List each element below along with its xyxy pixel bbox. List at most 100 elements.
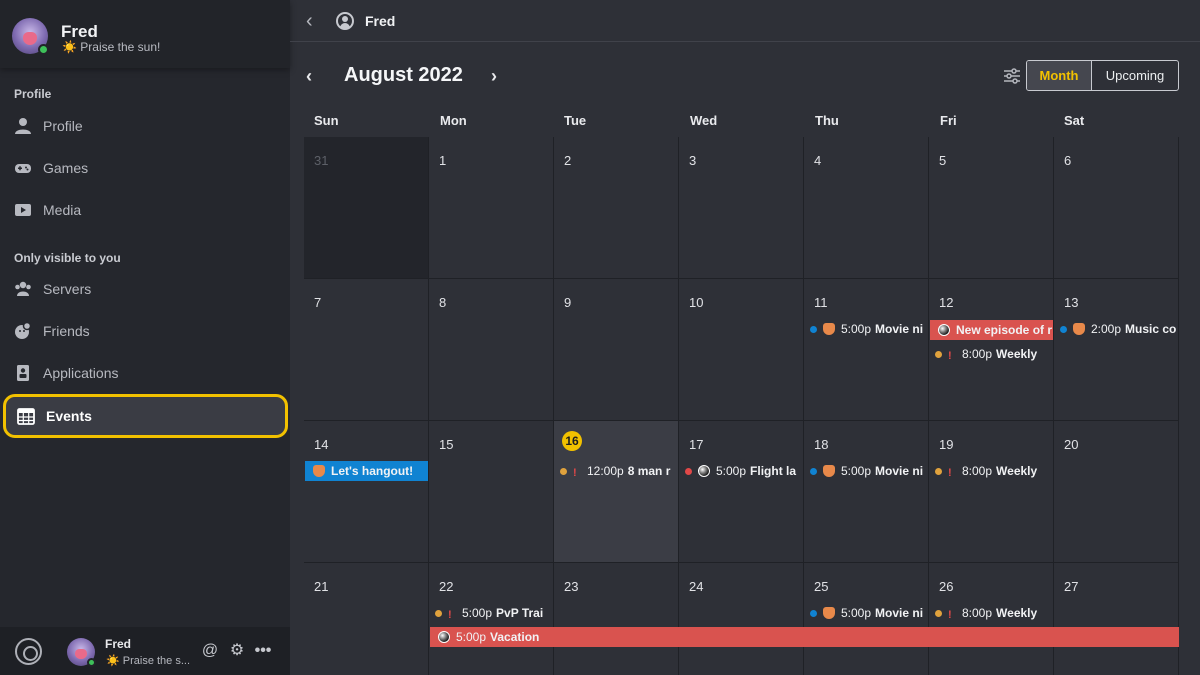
- sidebar-item-label: Servers: [43, 281, 92, 297]
- view-toggle: Month Upcoming: [1026, 60, 1179, 91]
- day-cell[interactable]: 20: [1054, 421, 1179, 563]
- day-cell[interactable]: 1: [429, 137, 554, 279]
- event-dot: [560, 467, 567, 475]
- day-cell[interactable]: 22 5:00pPvP Trai: [429, 563, 554, 675]
- section-label-profile: Profile: [14, 87, 52, 101]
- day-cell[interactable]: 31: [304, 137, 429, 279]
- user-icon: [336, 12, 354, 30]
- sidebar-item-media[interactable]: Media: [14, 192, 284, 228]
- day-cell[interactable]: 2: [554, 137, 679, 279]
- day-number: 13: [1064, 295, 1079, 310]
- weekday-header: Tue: [564, 113, 587, 128]
- sidebar-item-profile[interactable]: Profile: [14, 108, 284, 144]
- day-number: 15: [439, 437, 454, 452]
- day-number: 4: [814, 153, 822, 168]
- event-item[interactable]: 8:00pWeekly: [935, 344, 1051, 364]
- sidebar-item-label: Friends: [43, 323, 90, 339]
- month-view-button[interactable]: Month: [1027, 61, 1092, 90]
- alert-icon: [948, 465, 956, 477]
- event-item[interactable]: 5:00p Movie ni: [810, 461, 926, 481]
- topbar: ‹ Fred: [290, 0, 1200, 42]
- day-cell[interactable]: 25 5:00p Movie ni: [804, 563, 929, 675]
- weekday-header: Fri: [940, 113, 957, 128]
- event-item[interactable]: 5:00p Flight la: [685, 461, 801, 481]
- event-item[interactable]: 8:00pWeekly: [935, 603, 1051, 623]
- sidebar-item-label: Applications: [43, 365, 119, 381]
- day-cell[interactable]: 10: [679, 279, 804, 421]
- day-number: 3: [689, 153, 697, 168]
- sidebar-item-events[interactable]: Events: [3, 394, 288, 438]
- day-cell[interactable]: 6: [1054, 137, 1179, 279]
- app-logo-icon[interactable]: [15, 638, 42, 665]
- day-cell[interactable]: 19 8:00pWeekly: [929, 421, 1054, 563]
- day-number: 2: [564, 153, 572, 168]
- event-dot: [685, 467, 692, 475]
- day-cell[interactable]: 18 5:00p Movie ni: [804, 421, 929, 563]
- day-cell[interactable]: 13 2:00p Music co: [1054, 279, 1179, 421]
- day-number: 21: [314, 579, 329, 594]
- day-number: 12: [939, 295, 954, 310]
- footer-name: Fred: [105, 637, 132, 651]
- day-number: 18: [814, 437, 829, 452]
- next-month-button[interactable]: ›: [491, 66, 497, 87]
- day-cell[interactable]: 4: [804, 137, 929, 279]
- day-cell[interactable]: 17 5:00p Flight la: [679, 421, 804, 563]
- day-cell[interactable]: 27: [1054, 563, 1179, 675]
- calendar-icon: [17, 408, 35, 425]
- day-cell[interactable]: 3: [679, 137, 804, 279]
- day-number: 5: [939, 153, 947, 168]
- day-cell[interactable]: 12 New episode of r 8:00pWeekly: [929, 279, 1054, 421]
- day-cell[interactable]: 26 8:00pWeekly: [929, 563, 1054, 675]
- event-dot: [935, 350, 942, 358]
- day-number: 23: [564, 579, 579, 594]
- alert-icon: [948, 607, 956, 619]
- filter-icon[interactable]: [1003, 68, 1021, 84]
- ball-icon: [698, 465, 710, 477]
- day-cell[interactable]: 5: [929, 137, 1054, 279]
- sidebar-item-applications[interactable]: Applications: [14, 355, 284, 391]
- gear-icon[interactable]: ⚙: [227, 641, 247, 661]
- day-cell[interactable]: 11 5:00p Movie ni: [804, 279, 929, 421]
- prev-month-button[interactable]: ‹: [306, 66, 312, 87]
- event-item[interactable]: 5:00p Movie ni: [810, 603, 926, 623]
- footer-avatar[interactable]: [67, 638, 96, 667]
- online-status-icon: [38, 44, 49, 55]
- fox-icon: [823, 465, 835, 477]
- day-number: 7: [314, 295, 322, 310]
- event-dot: [435, 609, 442, 617]
- event-item[interactable]: 12:00p8 man r: [560, 461, 676, 481]
- day-cell[interactable]: 8: [429, 279, 554, 421]
- sidebar-item-friends[interactable]: Friends: [14, 313, 284, 349]
- day-cell[interactable]: 14 Let's hangout!: [304, 421, 429, 563]
- event-bar-vacation[interactable]: 5:00p Vacation: [430, 627, 1179, 647]
- profile-header[interactable]: Fred ☀️ Praise the sun!: [0, 0, 290, 68]
- day-cell-today[interactable]: 16 12:00p8 man r: [554, 421, 679, 563]
- sidebar-item-servers[interactable]: Servers: [14, 271, 284, 307]
- day-cell[interactable]: 7: [304, 279, 429, 421]
- person-icon: [15, 118, 31, 134]
- sun-icon: ☀️: [106, 655, 120, 667]
- avatar[interactable]: [12, 18, 49, 55]
- event-bar[interactable]: Let's hangout!: [305, 461, 428, 481]
- gamepad-icon: [15, 164, 31, 173]
- sidebar-item-games[interactable]: Games: [14, 150, 284, 186]
- mention-icon[interactable]: @: [200, 641, 220, 661]
- day-cell[interactable]: 21: [304, 563, 429, 675]
- day-cell[interactable]: 24: [679, 563, 804, 675]
- back-icon[interactable]: ‹: [306, 11, 313, 31]
- more-icon[interactable]: •••: [253, 641, 273, 661]
- event-dot: [935, 467, 942, 475]
- day-cell[interactable]: 23: [554, 563, 679, 675]
- calendar-grid: 31 1 2 3 4 5 6 7 8 9 10 11 5:00p Movie ni…: [304, 137, 1179, 675]
- day-number: 31: [314, 153, 329, 168]
- friends-icon: [15, 322, 32, 339]
- servers-icon: [15, 281, 31, 296]
- event-bar[interactable]: New episode of r: [930, 320, 1053, 340]
- event-item[interactable]: 5:00p Movie ni: [810, 319, 926, 339]
- event-item[interactable]: 5:00pPvP Trai: [435, 603, 551, 623]
- event-item[interactable]: 2:00p Music co: [1060, 319, 1176, 339]
- day-cell[interactable]: 9: [554, 279, 679, 421]
- upcoming-view-button[interactable]: Upcoming: [1092, 61, 1178, 90]
- event-item[interactable]: 8:00pWeekly: [935, 461, 1051, 481]
- day-cell[interactable]: 15: [429, 421, 554, 563]
